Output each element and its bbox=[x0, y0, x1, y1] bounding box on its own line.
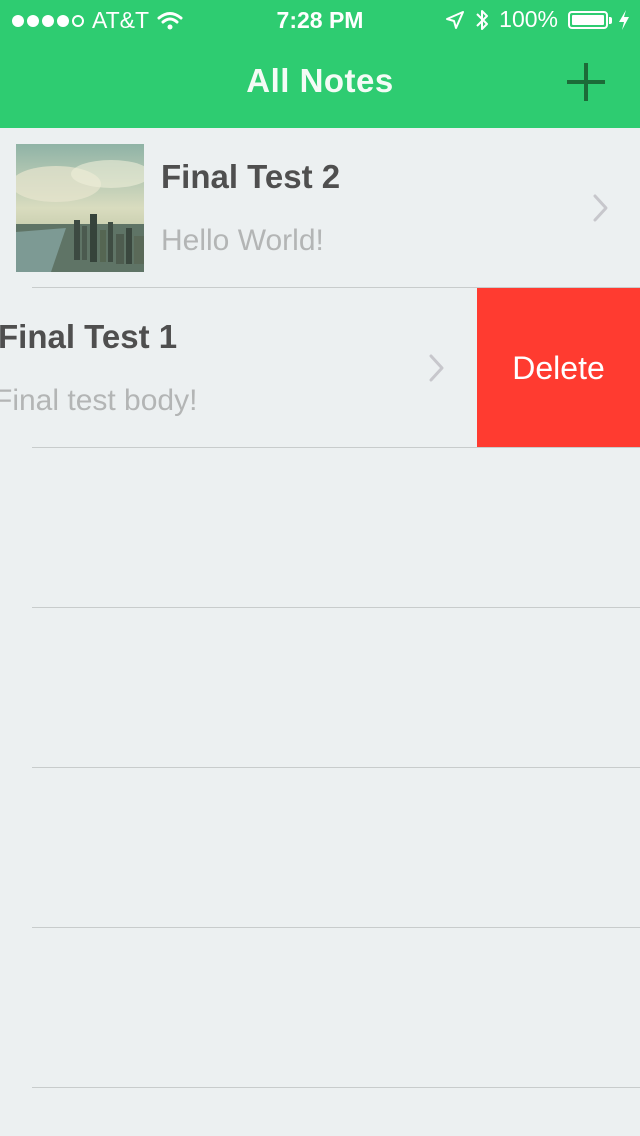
note-preview: Final test body! bbox=[0, 384, 198, 417]
nav-bar: All Notes bbox=[0, 40, 640, 128]
battery-percent: 100% bbox=[499, 6, 558, 32]
note-title: Final Test 2 bbox=[161, 158, 341, 195]
signal-strength-icon bbox=[12, 14, 84, 27]
note-row[interactable]: Final Test 2 Hello World! bbox=[0, 128, 640, 288]
note-thumbnail bbox=[16, 144, 144, 272]
note-title: Final Test 1 bbox=[0, 318, 178, 355]
wifi-icon bbox=[157, 11, 183, 29]
delete-button[interactable]: Delete bbox=[477, 288, 640, 448]
status-bar: AT&T 7:28 PM 100% bbox=[0, 0, 640, 40]
chevron-right-icon bbox=[429, 354, 444, 382]
row-separator bbox=[32, 607, 640, 608]
note-preview: Hello World! bbox=[161, 224, 324, 257]
bluetooth-icon bbox=[476, 9, 489, 30]
row-separator bbox=[32, 447, 640, 448]
chevron-right-icon bbox=[593, 194, 608, 222]
plus-icon bbox=[567, 63, 605, 101]
row-separator bbox=[32, 927, 640, 928]
location-arrow-icon bbox=[446, 10, 465, 29]
top-bar: AT&T 7:28 PM 100% All Notes bbox=[0, 0, 640, 128]
carrier-name: AT&T bbox=[92, 7, 150, 33]
battery-icon bbox=[568, 10, 612, 29]
carrier-info: AT&T bbox=[12, 7, 183, 34]
row-separator bbox=[32, 767, 640, 768]
status-right: 100% bbox=[445, 6, 630, 33]
row-separator bbox=[32, 1087, 640, 1088]
row-separator bbox=[32, 287, 640, 288]
page-title: All Notes bbox=[246, 62, 394, 99]
add-note-button[interactable] bbox=[566, 62, 606, 102]
charging-bolt-icon bbox=[619, 9, 629, 30]
